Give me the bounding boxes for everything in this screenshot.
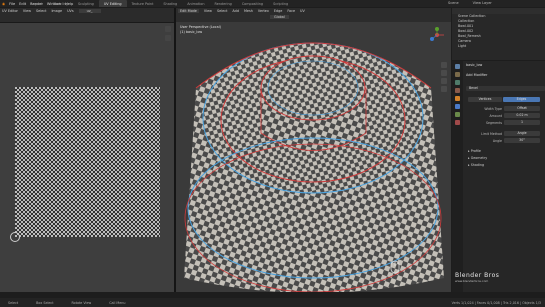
tab-rendering[interactable]: Rendering bbox=[209, 0, 236, 7]
status-select: Select bbox=[8, 300, 19, 305]
toggle-edges[interactable]: Edges bbox=[503, 97, 540, 102]
brand-name: Blender Bros bbox=[455, 272, 500, 279]
uv-cursor-icon[interactable] bbox=[10, 232, 20, 242]
tab-shading[interactable]: Shading bbox=[158, 0, 182, 7]
vp-menu-edge[interactable]: Edge bbox=[274, 9, 283, 13]
navigation-gizmo-icon[interactable] bbox=[428, 26, 446, 44]
uv-menu-uvs[interactable]: UVs bbox=[67, 9, 74, 13]
uv-zoom-icon[interactable] bbox=[165, 26, 171, 32]
uv-pan-icon[interactable] bbox=[165, 35, 171, 41]
uv-menu-image[interactable]: Image bbox=[51, 9, 62, 13]
3d-viewport[interactable] bbox=[176, 8, 451, 292]
angle-field[interactable]: 30° bbox=[504, 138, 540, 143]
uv-checker-image bbox=[15, 87, 160, 237]
render-tab-icon[interactable] bbox=[455, 72, 460, 77]
status-call-menu: Call Menu bbox=[109, 300, 126, 305]
workspace-tabs: Layout Modeling Sculpting UV Editing Texture… bbox=[26, 0, 293, 7]
tab-scripting[interactable]: Scripting bbox=[268, 0, 293, 7]
brand-watermark: Blender Bros www.blenderbros.com bbox=[455, 272, 499, 283]
tab-modeling[interactable]: Modeling bbox=[48, 0, 73, 7]
vp-menu-mesh[interactable]: Mesh bbox=[244, 9, 253, 13]
profile-section[interactable]: ▸ Profile bbox=[468, 149, 481, 153]
perspective-icon[interactable] bbox=[441, 86, 447, 92]
vp-menu-face[interactable]: Face bbox=[287, 9, 295, 13]
viewport-info-line2: (1) basic_low bbox=[180, 30, 203, 34]
uv-editor-mode[interactable]: UV Editor bbox=[2, 9, 18, 13]
vp-menu-select[interactable]: Select bbox=[217, 9, 227, 13]
shading-label: Shading bbox=[470, 163, 485, 167]
width-type-label: Width Type bbox=[484, 107, 502, 111]
brand-url: www.blenderbros.com bbox=[455, 279, 489, 283]
camera-icon[interactable] bbox=[441, 78, 447, 84]
tab-animation[interactable]: Animation bbox=[182, 0, 209, 7]
vp-menu-uv[interactable]: UV bbox=[300, 9, 305, 13]
object-tab-icon[interactable] bbox=[455, 96, 460, 101]
status-box-select: Box Select bbox=[36, 300, 54, 305]
width-type-select[interactable]: Offset bbox=[504, 106, 540, 111]
mouse-icon bbox=[390, 260, 400, 274]
properties-tabs bbox=[452, 61, 463, 292]
viewport-mode[interactable]: Edit Mode bbox=[178, 9, 199, 13]
viewport-nav-tools bbox=[441, 62, 448, 94]
status-bar: Select Box Select Rotate View Call Menu … bbox=[0, 298, 545, 307]
zoom-icon[interactable] bbox=[441, 62, 447, 68]
viewport-header-row: Edit Mode View Select Add Mesh Vertex Ed… bbox=[178, 9, 305, 13]
outliner-list: Scene Collection Collection Bowl.001 Bowl.0… bbox=[452, 14, 545, 49]
modifier-header[interactable]: Bevel bbox=[466, 86, 545, 91]
uv-toolbar bbox=[165, 26, 171, 44]
scene-tab-icon[interactable] bbox=[455, 88, 460, 93]
outliner-item[interactable]: Light bbox=[452, 44, 545, 49]
tab-uv-editing[interactable]: UV Editing bbox=[98, 0, 127, 7]
viewport-transform-row: Global bbox=[270, 15, 289, 19]
view-layer-label[interactable]: View Layer bbox=[473, 1, 492, 5]
segments-label: Segments bbox=[485, 121, 502, 125]
viewport-info: User Perspective (Local) (1) basic_low bbox=[180, 25, 221, 35]
geometry-section[interactable]: ▸ Geometry bbox=[468, 156, 487, 160]
menu-file[interactable]: File bbox=[9, 2, 15, 6]
geometry-label: Geometry bbox=[470, 156, 488, 160]
tool-tab-icon[interactable] bbox=[455, 64, 460, 69]
scene-selector: Scene View Layer bbox=[448, 1, 492, 5]
limit-method-label: Limit Method bbox=[481, 132, 502, 136]
uv-header-row-1: UV Editor View Select Image UVs uv_ bbox=[2, 9, 101, 13]
scene-label[interactable]: Scene bbox=[448, 1, 459, 5]
properties-panel bbox=[452, 61, 545, 292]
tab-sculpting[interactable]: Sculpting bbox=[73, 0, 99, 7]
properties-object-name: basic_low bbox=[466, 63, 483, 67]
tab-texture-paint[interactable]: Texture Paint bbox=[127, 0, 159, 7]
segments-field[interactable]: 1 bbox=[504, 120, 540, 125]
angle-label: Angle bbox=[492, 139, 502, 143]
amount-label: Amount bbox=[489, 114, 502, 118]
pan-icon[interactable] bbox=[441, 70, 447, 76]
uv-menu-select[interactable]: Select bbox=[36, 9, 46, 13]
toggle-vertices[interactable]: Vertices bbox=[468, 97, 502, 102]
shading-section[interactable]: ▸ Shading bbox=[468, 163, 484, 167]
vp-menu-view[interactable]: View bbox=[204, 9, 212, 13]
vp-menu-vertex[interactable]: Vertex bbox=[258, 9, 269, 13]
bowl-mesh bbox=[184, 42, 444, 292]
profile-label: Profile bbox=[470, 149, 481, 153]
status-rotate: Rotate View bbox=[71, 300, 92, 305]
uv-image-name[interactable]: uv_ bbox=[78, 9, 101, 13]
add-modifier-button[interactable]: Add Modifier bbox=[466, 73, 487, 77]
transform-orientation[interactable]: Global bbox=[270, 15, 289, 19]
vp-menu-add[interactable]: Add bbox=[232, 9, 239, 13]
blender-logo-icon[interactable]: ◉ bbox=[2, 2, 5, 6]
amount-field[interactable]: 0.02 m bbox=[504, 113, 540, 118]
status-stats: Verts 1/1,024 | Faces 0/1,008 | Tris 2,0… bbox=[451, 300, 541, 305]
uv-menu-view[interactable]: View bbox=[23, 9, 31, 13]
limit-method-select[interactable]: Angle bbox=[504, 131, 540, 136]
output-tab-icon[interactable] bbox=[455, 80, 460, 85]
tab-compositing[interactable]: Compositing bbox=[237, 0, 268, 7]
tab-layout[interactable]: Layout bbox=[26, 0, 48, 7]
outliner: Scene Collection Collection Bowl.001 Bowl.0… bbox=[452, 8, 545, 60]
